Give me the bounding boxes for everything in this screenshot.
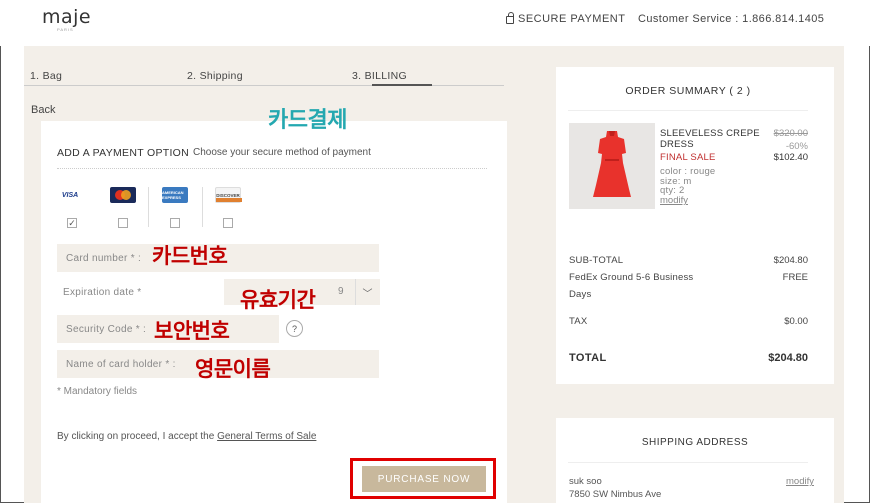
expiration-year-value: 9 [338,286,344,297]
modify-product-link[interactable]: modify [660,195,688,206]
subtotal-value: $204.80 [773,255,808,266]
discover-logo[interactable]: DISCOVER [215,187,242,203]
customer-service-phone: Customer Service : 1.866.814.1405 [638,13,825,25]
steps-divider [24,85,504,86]
mastercard-logo[interactable] [110,187,136,203]
discover-logo-bar [216,198,242,202]
mastercard-checkbox[interactable] [118,218,128,228]
shipping-name: suk soo [569,476,602,487]
chevron-down-icon[interactable]: ﹀ [355,279,379,305]
shipping-divider [568,462,808,463]
shipping-method-label: FedEx Ground 5-6 Business [569,272,694,283]
card-separator [202,187,203,227]
product-image[interactable] [569,123,655,209]
card-number-label: Card number * : [66,252,142,264]
card-separator [148,187,149,227]
back-link[interactable]: Back [31,104,55,116]
sale-price: $102.40 [773,152,808,163]
secure-payment-label: SECURE PAYMENT [506,12,626,25]
step-billing: 3. BILLING [352,70,407,82]
terms-link[interactable]: General Terms of Sale [217,431,316,442]
order-summary-panel [556,67,834,384]
annotation-card-number: 카드번호 [152,244,228,268]
annotation-expiry: 유효기간 [240,288,316,312]
discover-logo-text: DISCOVER [216,192,240,198]
secure-payment-text: SECURE PAYMENT [518,13,626,25]
shipping-address-title: SHIPPING ADDRESS [641,437,749,448]
subtotal-label: SUB-TOTAL [569,255,624,266]
original-price: $320.00 [773,128,808,139]
annotation-card-payment: 카드결제 [268,108,347,133]
brand-logo[interactable]: maje [42,6,91,28]
final-sale-badge: FINAL SALE [660,152,716,163]
shipping-value: FREE [782,272,808,283]
discount-percent: -60% [785,141,808,152]
payment-option-subtitle: Choose your secure method of payment [193,147,371,158]
card-holder-name-label: Name of card holder * : [66,358,176,370]
amex-logo[interactable]: AMERICAN EXPRESS [162,187,188,203]
step-shipping[interactable]: 2. Shipping [187,70,243,82]
tax-label: TAX [569,316,588,327]
expiration-date-label: Expiration date * [63,287,142,298]
checkout-steps: 1. Bag 2. Shipping 3. BILLING [24,66,504,86]
step-bag[interactable]: 1. Bag [30,70,62,82]
amex-checkbox[interactable] [170,218,180,228]
lock-icon [506,12,514,24]
brand-logo-subtitle: PARIS [57,27,74,32]
help-icon[interactable]: ? [286,320,303,337]
shipping-method-label-cont: Days [569,289,592,300]
summary-divider [568,110,808,111]
modify-address-link[interactable]: modify [786,476,814,487]
payment-option-title: ADD A PAYMENT OPTION [57,147,190,159]
annotation-security: 보안번호 [154,319,230,343]
total-value: $204.80 [768,352,808,364]
product-name[interactable]: SLEEVELESS CREPE DRESS [660,128,760,150]
order-summary-title: ORDER SUMMARY ( 2 ) [625,85,751,97]
discover-checkbox[interactable] [223,218,233,228]
dress-image [593,131,631,197]
total-label: TOTAL [569,352,607,364]
tax-value: $0.00 [784,316,808,327]
terms-text: By clicking on proceed, I accept the [57,431,215,442]
mandatory-note: * Mandatory fields [57,386,138,397]
active-step-indicator [372,84,432,86]
shipping-address-line: 7850 SW Nimbus Ave [569,489,662,500]
visa-checkbox[interactable]: ✓ [67,218,77,228]
annotation-name: 영문이름 [195,357,271,381]
payment-divider [57,168,487,169]
purchase-now-button[interactable]: PURCHASE NOW [362,466,486,492]
security-code-label: Security Code * : [66,323,147,335]
site-header: maje PARIS SECURE PAYMENT Customer Servi… [0,0,870,46]
terms-acceptance: By clicking on proceed, I accept the Gen… [57,431,316,442]
visa-logo[interactable]: VISA [57,187,83,203]
